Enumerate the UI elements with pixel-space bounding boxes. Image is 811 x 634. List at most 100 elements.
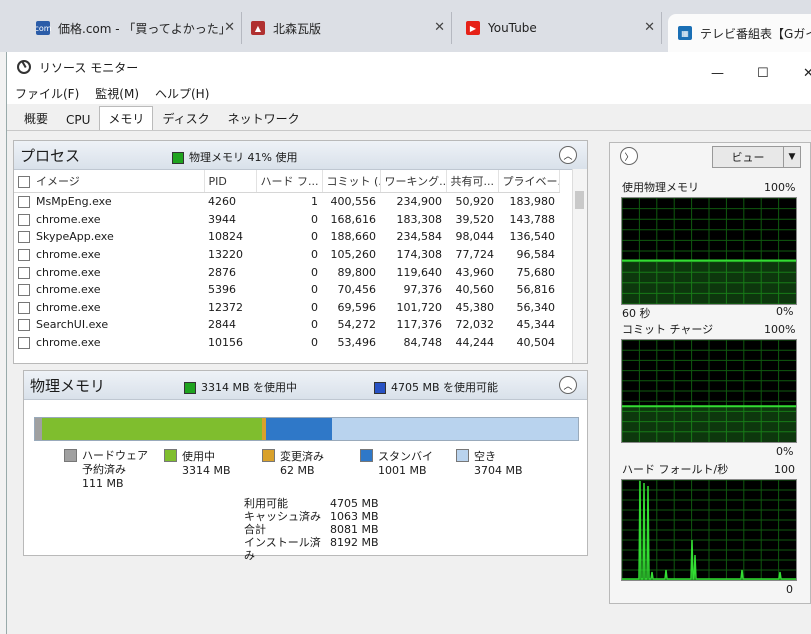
table-cell: 12372 [208, 300, 243, 314]
close-button[interactable]: ✕ [803, 66, 811, 81]
view-dropdown-icon[interactable]: ▼ [783, 146, 801, 168]
maximize-button[interactable]: ☐ [757, 66, 769, 81]
green-square-icon [172, 152, 184, 164]
collapse-icon[interactable]: ︿ [559, 376, 577, 394]
table-cell: 45,344 [516, 318, 556, 332]
column-header-commit[interactable]: コミット (... [322, 170, 381, 193]
column-header-hard-faults[interactable]: ハード フ... [256, 170, 323, 193]
table-cell: 174,308 [396, 248, 443, 262]
table-cell: 183,308 [396, 212, 443, 226]
column-header-image[interactable]: イメージ [14, 170, 205, 193]
tab-cpu[interactable]: CPU [57, 109, 99, 130]
column-header-shareable[interactable]: 共有可... [446, 170, 499, 193]
table-cell: 4260 [208, 195, 236, 209]
process-name: MsMpEng.exe [36, 195, 112, 209]
row-checkbox[interactable] [18, 249, 30, 262]
legend-standby: スタンバイ 1001 MB [360, 449, 433, 478]
blue-square-icon [374, 382, 386, 394]
legend-reserved-label: ハードウェア予約済み [82, 449, 148, 476]
legend-modified: 変更済み 62 MB [262, 449, 324, 478]
table-cell: 53,496 [337, 336, 377, 350]
tab-network[interactable]: ネットワーク [219, 106, 309, 130]
title-bar: リソース モニター — ☐ ✕ [7, 52, 811, 82]
browser-tab-strip: com 価格.com - 「買ってよかった」 ✕ ▲ 北森瓦版 ✕ ▶ YouT… [0, 0, 811, 52]
graph-max-physical-memory: 100% [764, 181, 796, 194]
scrollbar-thumb[interactable] [575, 191, 584, 209]
table-row[interactable]: chrome.exe 12372 0 69,596 101,720 45,380 56,34… [14, 299, 559, 317]
browser-tab-kakaku[interactable]: com 価格.com - 「買ってよかった」 ✕ [36, 12, 242, 44]
graph-panel-header: 〉 ビュー ▼ [610, 143, 810, 169]
browser-tab-tvguide[interactable]: ▦ テレビ番組表【Gガイド】 [668, 14, 811, 52]
graph-min-hard-faults: 0 [786, 583, 793, 596]
row-checkbox[interactable] [18, 337, 30, 350]
process-table-header: イメージ PID ハード フ... コミット (... ワーキング... 共有可… [14, 170, 560, 193]
menu-help[interactable]: ヘルプ(H) [155, 85, 209, 102]
row-checkbox[interactable] [18, 196, 30, 209]
physical-memory-header[interactable]: 物理メモリ 3314 MB を使用中 4705 MB を使用可能 ︿ [24, 371, 587, 400]
physical-memory-graph-svg [621, 197, 796, 305]
collapse-icon[interactable]: ︿ [559, 146, 577, 164]
row-checkbox[interactable] [18, 213, 30, 226]
table-row[interactable]: SkypeApp.exe 10824 0 188,660 234,584 98,044 13… [14, 228, 559, 246]
row-checkbox[interactable] [18, 284, 30, 297]
reserved-swatch [64, 449, 77, 462]
process-panel-title: プロセス [20, 146, 81, 165]
table-cell: 2844 [208, 318, 236, 332]
tab-bar: 概要 CPU メモリ ディスク ネットワーク [7, 104, 811, 131]
tab-disk[interactable]: ディスク [153, 106, 218, 130]
close-tab-icon[interactable]: ✕ [224, 20, 235, 35]
select-all-checkbox[interactable] [18, 176, 30, 188]
view-button[interactable]: ビュー [712, 146, 784, 168]
table-row[interactable]: chrome.exe 13220 0 105,260 174,308 77,724 96,5… [14, 246, 559, 264]
menu-file[interactable]: ファイル(F) [15, 85, 79, 102]
column-header-private[interactable]: プライベー... [498, 170, 560, 193]
table-cell: 5396 [208, 283, 236, 297]
window-title: リソース モニター [39, 60, 139, 75]
stat-value: 4705 MB [330, 497, 379, 510]
table-row[interactable]: chrome.exe 3944 0 168,616 183,308 39,520 143,7… [14, 211, 559, 229]
table-cell: 45,380 [455, 300, 495, 314]
table-row[interactable]: chrome.exe 10156 0 53,496 84,748 44,244 40,504 [14, 334, 559, 352]
table-cell: 105,260 [330, 248, 377, 262]
close-tab-icon[interactable]: ✕ [644, 20, 655, 35]
row-checkbox[interactable] [18, 231, 30, 244]
browser-tab-youtube[interactable]: ▶ YouTube ✕ [466, 12, 662, 44]
stat-value: 8081 MB [330, 523, 379, 536]
resource-monitor-window: リソース モニター — ☐ ✕ ファイル(F) 監視(M) ヘルプ(H) 概要 … [6, 52, 811, 634]
tab-overview[interactable]: 概要 [15, 106, 57, 130]
table-row[interactable]: chrome.exe 2876 0 89,800 119,640 43,960 75,680 [14, 263, 559, 281]
process-panel-header[interactable]: プロセス 物理メモリ 41% 使用 ︿ [14, 141, 587, 170]
expand-graphs-icon[interactable]: 〉 [620, 147, 638, 165]
process-name: chrome.exe [36, 265, 101, 279]
process-table-scrollbar[interactable] [572, 169, 587, 363]
table-cell: 136,540 [509, 230, 556, 244]
youtube-favicon-icon: ▶ [466, 21, 480, 35]
table-cell: 77,724 [455, 248, 495, 262]
column-header-pid[interactable]: PID [204, 170, 257, 193]
process-name: chrome.exe [36, 283, 101, 297]
tab-memory[interactable]: メモリ [99, 106, 154, 130]
process-name-cell: chrome.exe [14, 281, 204, 299]
process-name-cell: MsMpEng.exe [14, 193, 204, 211]
table-cell: 0 [311, 300, 318, 314]
row-checkbox[interactable] [18, 266, 30, 279]
process-name-cell: chrome.exe [14, 211, 204, 229]
row-checkbox[interactable] [18, 301, 30, 314]
memory-stats: 利用可能 4705 MB キャッシュ済み 1063 MB 合計 8081 MB インス… [244, 497, 379, 562]
close-tab-icon[interactable]: ✕ [434, 20, 445, 35]
browser-tab-hokushin[interactable]: ▲ 北森瓦版 ✕ [251, 12, 452, 44]
column-header-working-set[interactable]: ワーキング... [380, 170, 447, 193]
menu-monitor[interactable]: 監視(M) [95, 85, 139, 102]
available-summary-text: 4705 MB を使用可能 [391, 381, 499, 394]
hokushin-favicon-icon: ▲ [251, 21, 265, 35]
legend-in-use-value: 3314 MB [182, 464, 231, 477]
row-checkbox[interactable] [18, 319, 30, 332]
table-row[interactable]: MsMpEng.exe 4260 1 400,556 234,900 50,920 183,… [14, 193, 559, 211]
table-row[interactable]: SearchUI.exe 2844 0 54,272 117,376 72,032 45,3… [14, 316, 559, 334]
minimize-button[interactable]: — [711, 66, 724, 81]
table-cell: 0 [311, 248, 318, 262]
resource-monitor-icon [17, 60, 31, 74]
table-row[interactable]: chrome.exe 5396 0 70,456 97,376 40,560 56,816 [14, 281, 559, 299]
process-name-cell: chrome.exe [14, 334, 204, 352]
legend-standby-label: スタンバイ [378, 450, 433, 463]
